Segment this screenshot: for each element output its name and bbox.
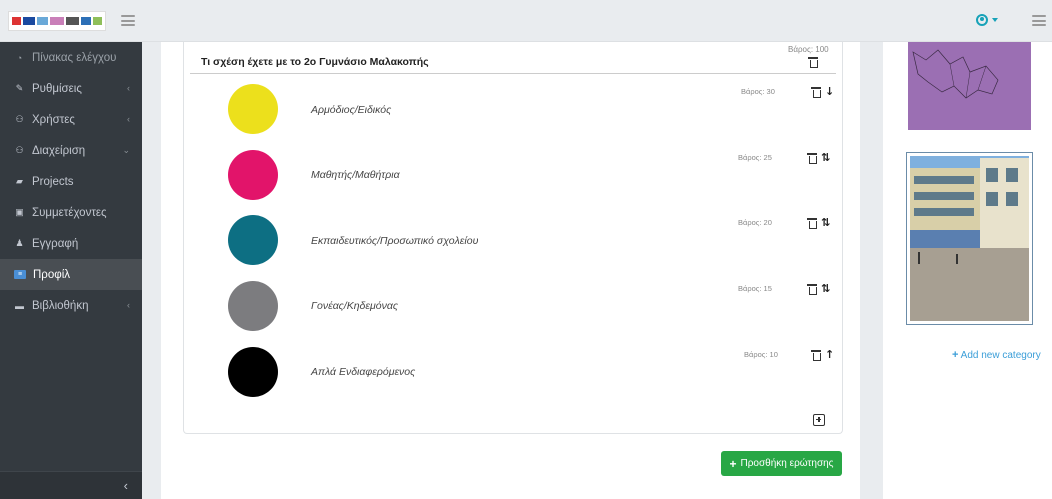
sidebar-item-label: Συμμετέχοντες (32, 206, 107, 219)
option-color-swatch (228, 84, 278, 134)
add-option-button[interactable] (813, 414, 825, 426)
option-label: Εκπαιδευτικός/Προσωπικό σχολείου (311, 235, 479, 247)
arrow-up-icon[interactable]: ↑ (825, 349, 834, 360)
arrow-down-icon[interactable]: ↓ (825, 86, 834, 97)
partner-logos (8, 11, 106, 31)
chevron-down-icon: ⌄ (122, 145, 130, 155)
sidebar-item-dashboard[interactable]: ◔ Πίνακας ελέγχου (0, 42, 142, 73)
sidebar-item-register[interactable]: ♟ Εγγραφή (0, 228, 142, 259)
sidebar-item-label: Χρήστες (32, 113, 75, 126)
sidebar-toggle-button[interactable] (121, 15, 135, 26)
top-navbar (0, 0, 1052, 42)
user-plus-icon: ♟ (15, 238, 24, 248)
question-card (183, 42, 843, 434)
trash-icon (808, 57, 818, 68)
folder-icon: ▰ (16, 176, 23, 186)
option-weight: Βάρος: 10 (744, 350, 778, 359)
trash-icon[interactable] (811, 86, 821, 98)
option-actions: ⇅ (807, 283, 830, 295)
option-weight: Βάρος: 30 (741, 87, 775, 96)
arrows-up-down-icon[interactable]: ⇅ (821, 152, 830, 163)
option-weight: Βάρος: 20 (738, 218, 772, 227)
option-label: Απλά Ενδιαφερόμενος (311, 366, 416, 378)
sidebar-item-users[interactable]: ⚇ Χρήστες ‹ (0, 104, 142, 135)
option-label: Γονέας/Κηδεμόνας (311, 300, 398, 312)
sidebar-item-settings[interactable]: ✎ Ρυθμίσεις ‹ (0, 73, 142, 104)
option-actions: ⇅ (807, 152, 830, 164)
sidebar-item-label: Διαχείριση (32, 144, 86, 157)
sidebar-item-profile[interactable]: ≡ Προφίλ (0, 259, 142, 290)
trash-icon[interactable] (807, 217, 817, 229)
sidebar-item-label: Βιβλιοθήκη (32, 299, 89, 312)
school-building-image (910, 156, 1029, 321)
question-title: Τι σχέση έχετε με το 2ο Γυμνάσιο Μαλακοπ… (201, 56, 429, 68)
library-icon: ▬ (15, 300, 24, 311)
sidebar-collapse-button[interactable]: ‹ (0, 471, 142, 499)
add-question-label: Προσθήκη ερώτησης (740, 458, 834, 469)
users-cog-icon: ⚇ (15, 145, 24, 155)
sidebar-item-label: Προφίλ (33, 268, 71, 281)
school-photo (910, 156, 1029, 321)
user-circle-icon (976, 14, 988, 26)
option-actions: ⇅ (807, 217, 830, 229)
add-question-button[interactable]: + Προσθήκη ερώτησης (721, 451, 842, 476)
trash-icon[interactable] (811, 349, 821, 361)
map-thumbnail[interactable] (908, 42, 1031, 130)
sidebar-item-projects[interactable]: ▰ Projects (0, 166, 142, 197)
sidebar-item-label: Πίνακας ελέγχου (32, 51, 117, 64)
trash-icon[interactable] (807, 152, 817, 164)
chevron-left-icon: ‹ (127, 83, 130, 93)
option-color-swatch (228, 150, 278, 200)
caret-down-icon (992, 18, 998, 22)
option-weight: Βάρος: 15 (738, 284, 772, 293)
add-category-link[interactable]: + Add new category (952, 349, 1041, 361)
chevron-left-icon: ‹ (127, 114, 130, 124)
option-label: Αρμόδιος/Ειδικός (311, 104, 392, 116)
chevron-left-icon: ‹ (127, 300, 130, 310)
question-weight: Βάρος: 100 (788, 45, 829, 54)
users-icon: ⚇ (15, 114, 24, 124)
sidebar-item-library[interactable]: ▬ Βιβλιοθήκη ‹ (0, 290, 142, 321)
add-category-label: Add new category (960, 350, 1041, 361)
sidebar-item-label: Εγγραφή (32, 237, 79, 250)
option-label: Μαθητής/Μαθήτρια (311, 169, 400, 181)
sidebar: ◔ Πίνακας ελέγχου ✎ Ρυθμίσεις ‹ ⚇ Χρήστε… (0, 42, 142, 499)
school-photo-frame[interactable] (906, 152, 1033, 325)
control-sidebar-toggle-button[interactable] (1032, 15, 1046, 26)
sidebar-item-management[interactable]: ⚇ Διαχείριση ⌄ (0, 135, 142, 166)
sidebar-item-label: Projects (32, 175, 74, 188)
wrench-icon: ✎ (15, 83, 24, 93)
map-outline-icon (908, 42, 1031, 130)
option-color-swatch (228, 215, 278, 265)
option-weight: Βάρος: 25 (738, 153, 772, 162)
plus-icon: + (952, 349, 959, 361)
trash-icon[interactable] (807, 283, 817, 295)
divider (190, 73, 836, 74)
user-menu-button[interactable] (976, 14, 998, 26)
delete-question-button[interactable] (808, 57, 818, 68)
arrows-up-down-icon[interactable]: ⇅ (821, 217, 830, 228)
sidebar-item-participants[interactable]: ▣ Συμμετέχοντες (0, 197, 142, 228)
option-actions: ↓ (811, 86, 834, 98)
sidebar-item-label: Ρυθμίσεις (32, 82, 82, 95)
id-card-icon: ▣ (15, 207, 24, 217)
option-actions: ↑ (811, 349, 834, 361)
option-color-swatch (228, 281, 278, 331)
option-color-swatch (228, 347, 278, 397)
arrows-up-down-icon[interactable]: ⇅ (821, 283, 830, 294)
plus-icon: + (729, 456, 737, 471)
chevron-left-icon: ‹ (123, 478, 128, 493)
profile-card-icon: ≡ (14, 270, 26, 279)
gauge-icon: ◔ (16, 52, 23, 63)
